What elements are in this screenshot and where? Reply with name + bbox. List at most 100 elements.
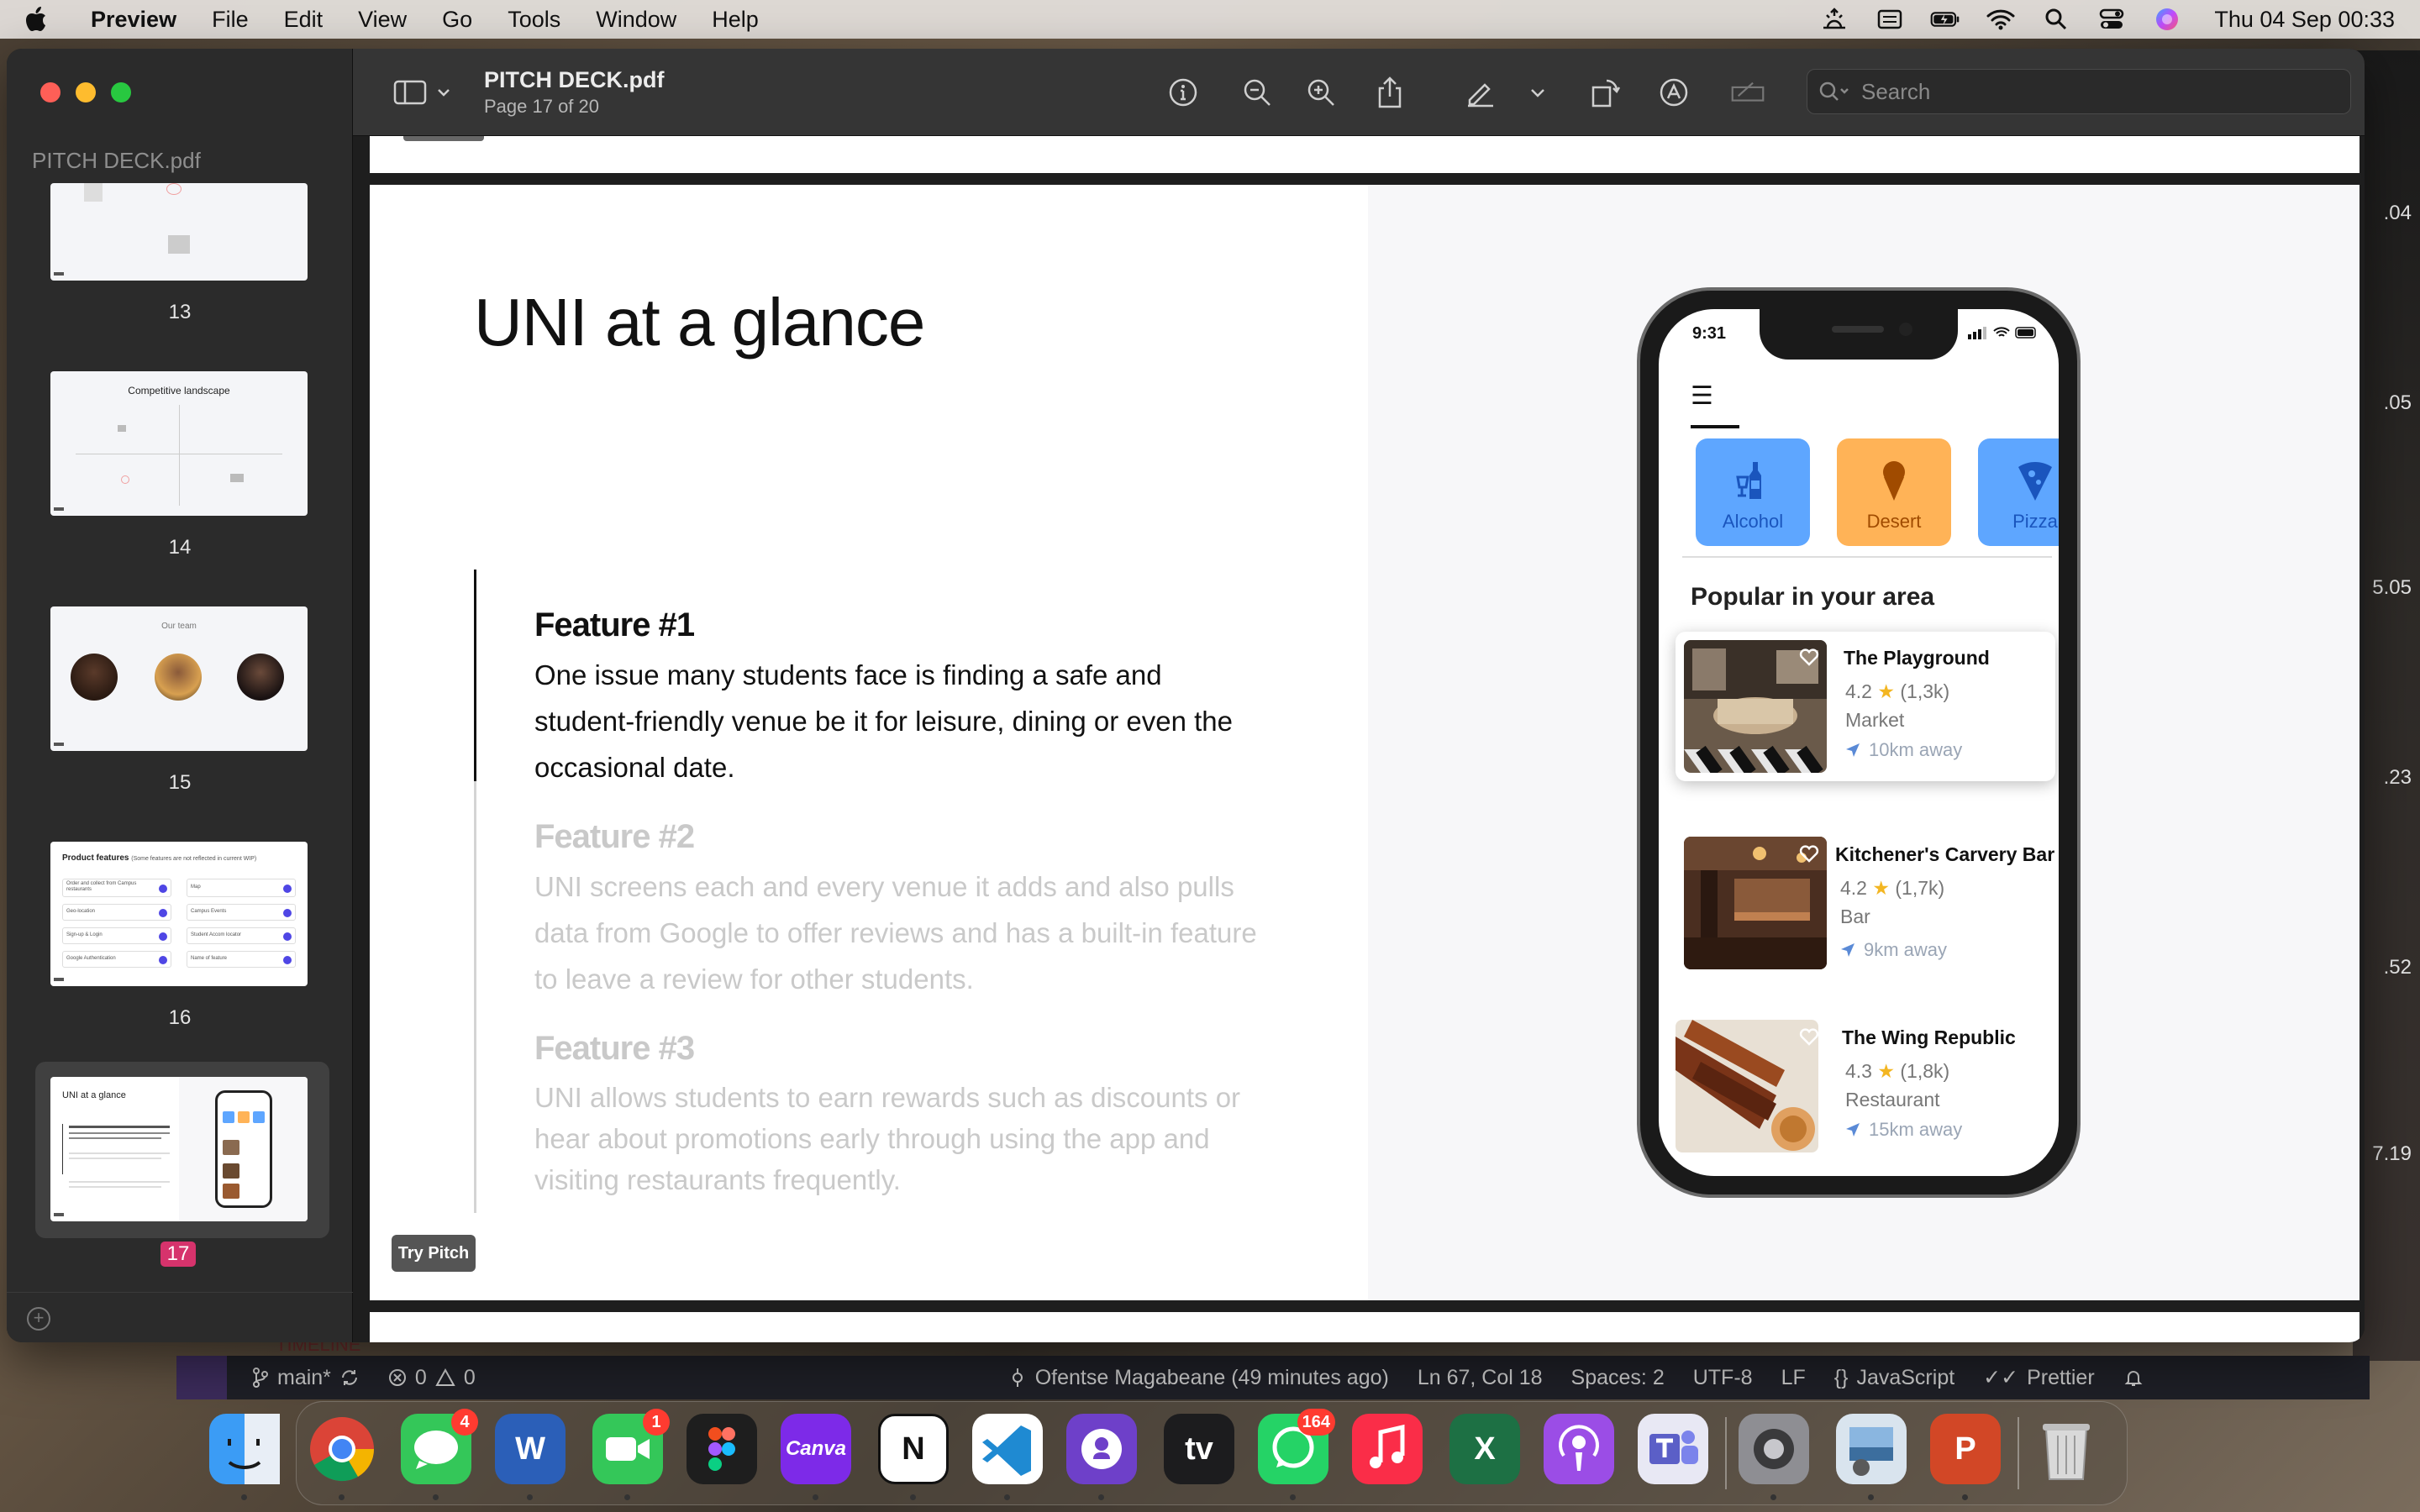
notification-badge: 4 — [451, 1409, 478, 1436]
thumbnail-feature-row: Sign-up & Login — [62, 927, 171, 944]
excel-icon[interactable]: X — [1449, 1414, 1520, 1484]
menu-go[interactable]: Go — [442, 7, 472, 33]
problems-indicator[interactable]: 0 0 — [388, 1366, 476, 1390]
favorite-heart-icon[interactable] — [1798, 645, 1820, 667]
form-fill-icon — [1731, 76, 1765, 109]
thumbnail-graphic — [54, 1213, 64, 1216]
info-icon[interactable] — [1166, 76, 1200, 109]
bottle-icon — [1736, 462, 1761, 499]
page-thumbnail-14[interactable]: Competitive landscape — [50, 371, 308, 516]
page-thumbnail-16[interactable]: Product features (Some features are not … — [50, 842, 308, 986]
menu-file[interactable]: File — [212, 7, 249, 33]
settings-icon[interactable] — [1739, 1414, 1809, 1484]
hamburger-menu-icon[interactable]: ☰ — [1691, 381, 1713, 411]
chrome-icon[interactable] — [307, 1414, 377, 1484]
messages-icon[interactable]: 4 — [401, 1409, 478, 1484]
music-icon[interactable] — [1352, 1414, 1423, 1484]
menubar-clock[interactable]: Thu 04 Sep 00:33 — [2214, 7, 2395, 33]
rotate-icon[interactable] — [1588, 76, 1622, 109]
git-blame[interactable]: Ofentse Magabeane (49 minutes ago) — [1008, 1366, 1389, 1390]
wifi-icon[interactable] — [1986, 7, 2016, 32]
menu-tools[interactable]: Tools — [508, 7, 560, 33]
notification-badge: 1 — [643, 1409, 670, 1436]
menu-view[interactable]: View — [358, 7, 407, 33]
facetime-icon[interactable]: 1 — [592, 1409, 670, 1484]
end-of-line[interactable]: LF — [1781, 1366, 1806, 1390]
sunrise-icon[interactable] — [1819, 7, 1849, 32]
appletv-icon[interactable]: tv — [1164, 1414, 1234, 1484]
word-icon[interactable]: W — [495, 1414, 566, 1484]
language-mode[interactable]: {} JavaScript — [1834, 1366, 1954, 1390]
search-field[interactable]: Search — [1807, 69, 2351, 114]
running-indicator — [1098, 1494, 1104, 1500]
page-thumbnail-15[interactable]: Our team — [50, 606, 308, 751]
favorite-heart-icon[interactable] — [1798, 1025, 1820, 1047]
phone-time: 9:31 — [1692, 324, 1727, 343]
thumbnail-graphic — [54, 507, 64, 511]
thumbnail-graphic — [230, 474, 244, 482]
whatsapp-icon[interactable]: 164 — [1258, 1409, 1335, 1484]
indentation[interactable]: Spaces: 2 — [1571, 1366, 1665, 1390]
powerpoint-icon[interactable]: P — [1930, 1414, 2001, 1484]
menu-help[interactable]: Help — [712, 7, 759, 33]
canva-icon[interactable]: Canva — [781, 1414, 851, 1484]
menu-window[interactable]: Window — [596, 7, 676, 33]
thumbnail-number: 13 — [168, 301, 192, 323]
document-view[interactable]: UNI at a glance Feature #1 One issue man… — [353, 136, 2365, 1342]
zoom-in-icon[interactable] — [1304, 76, 1338, 109]
menu-edit[interactable]: Edit — [284, 7, 324, 33]
venue-card[interactable]: Kitchener's Carvery Bar 4.2 ★ (1,7k) Bar… — [1676, 828, 2055, 978]
sync-icon — [341, 1370, 357, 1385]
venue-card[interactable]: The Wing Republic 4.3 ★ (1,8k) Restauran… — [1676, 1011, 2055, 1161]
favorite-heart-icon[interactable] — [1798, 842, 1820, 864]
next-page-edge — [370, 1312, 2360, 1342]
minimize-window-button[interactable] — [76, 82, 96, 102]
finder-icon[interactable] — [209, 1414, 280, 1484]
menu-app-name[interactable]: Preview — [91, 7, 176, 33]
language-label: JavaScript — [1856, 1365, 1955, 1389]
trash-icon[interactable] — [2031, 1414, 2102, 1484]
spotlight-icon[interactable] — [2041, 7, 2071, 32]
venue-card[interactable]: The Playground 4.2 ★ (1,3k) Market 10km … — [1676, 632, 2055, 781]
control-center-icon[interactable] — [2096, 7, 2127, 32]
keyboard-input-icon[interactable] — [1875, 7, 1905, 32]
category-alcohol[interactable]: Alcohol — [1696, 438, 1810, 546]
preview-icon[interactable] — [1836, 1414, 1907, 1484]
teams-icon[interactable] — [1638, 1414, 1708, 1484]
category-pizza[interactable]: Pizza — [1978, 438, 2059, 546]
zoom-out-icon[interactable] — [1240, 76, 1274, 109]
vscode-icon[interactable] — [972, 1414, 1043, 1484]
feature-2-heading: Feature #2 — [534, 818, 695, 855]
git-branch[interactable]: main* — [252, 1366, 360, 1390]
page-thumbnail-13[interactable] — [50, 183, 308, 281]
remote-indicator[interactable] — [176, 1356, 227, 1399]
sidebar-toggle-icon[interactable] — [393, 76, 452, 109]
encoding[interactable]: UTF-8 — [1693, 1366, 1753, 1390]
prettier-status[interactable]: ✓✓ Prettier — [1983, 1365, 2095, 1390]
pizza-icon — [2018, 462, 2052, 501]
thumbnail-feature-row: Order and collect from Campus restaurant… — [62, 879, 171, 897]
phone-screen: 9:31 ☰ Alcohol Desert Pizza Popular in y… — [1659, 309, 2059, 1176]
notion-icon[interactable]: N — [878, 1414, 949, 1484]
location-arrow-icon — [1841, 943, 1854, 957]
siri-icon[interactable] — [2152, 7, 2182, 32]
running-indicator — [1868, 1494, 1874, 1500]
github-icon[interactable] — [1066, 1414, 1137, 1484]
apple-menu-icon[interactable] — [25, 7, 72, 32]
markup-pen-icon[interactable] — [1464, 76, 1497, 109]
battery-icon[interactable] — [1930, 7, 1960, 32]
notifications-bell-icon[interactable] — [2123, 1368, 2144, 1388]
markup-dropdown-chevron-icon[interactable] — [1521, 76, 1555, 109]
share-icon[interactable] — [1373, 76, 1407, 109]
page-thumbnail-17[interactable]: UNI at a glance — [50, 1077, 308, 1221]
error-icon — [388, 1369, 406, 1386]
podcasts-icon[interactable] — [1544, 1414, 1614, 1484]
add-page-icon[interactable]: + — [27, 1307, 50, 1331]
category-desert[interactable]: Desert — [1837, 438, 1951, 546]
try-pitch-button[interactable]: Try Pitch — [392, 1235, 476, 1272]
annotate-icon[interactable] — [1657, 76, 1691, 109]
figma-icon[interactable] — [687, 1414, 757, 1484]
cursor-position[interactable]: Ln 67, Col 18 — [1418, 1366, 1543, 1390]
close-window-button[interactable] — [40, 82, 60, 102]
fullscreen-window-button[interactable] — [111, 82, 131, 102]
